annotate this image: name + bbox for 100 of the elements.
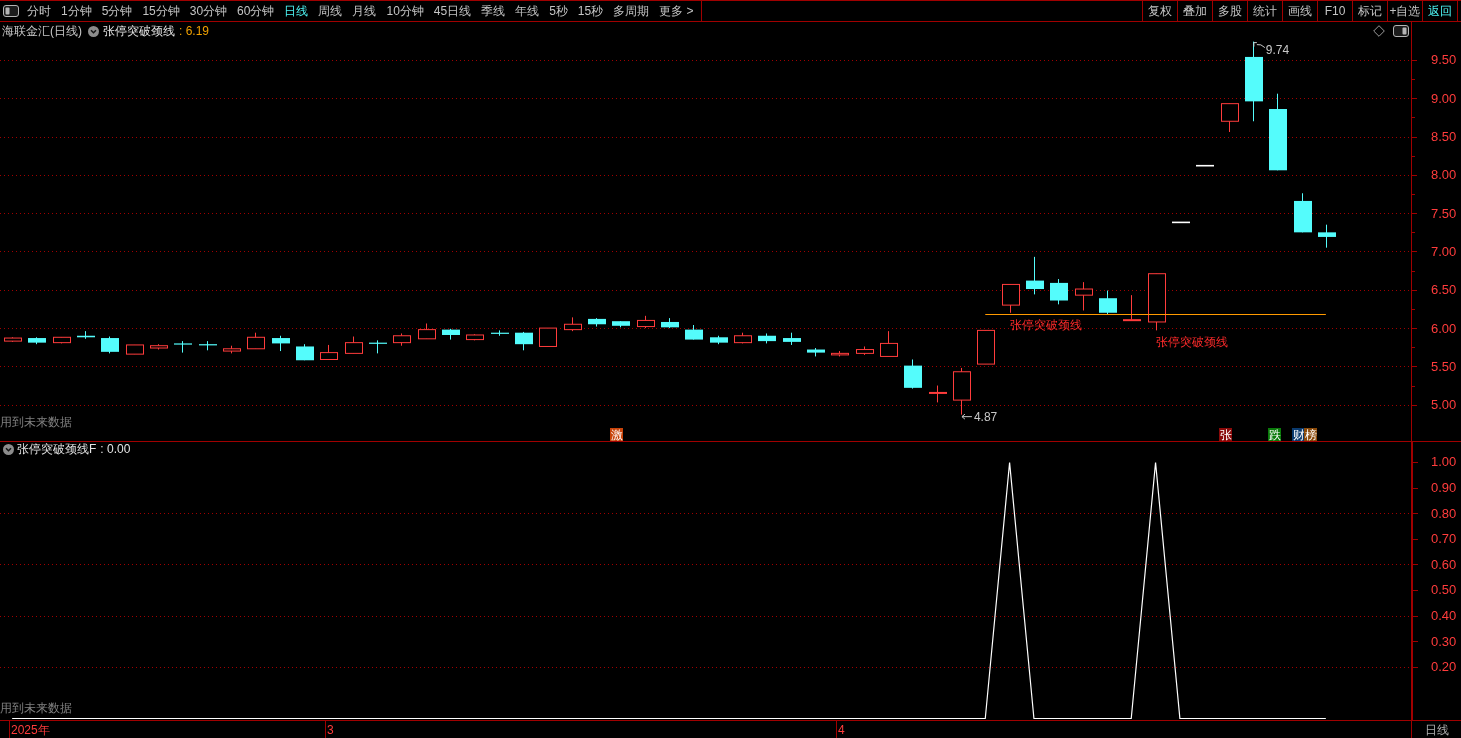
candlestick [856,346,874,356]
candlestick [588,317,606,328]
future-data-notice: 用到未来数据 [0,415,72,429]
candlestick [734,332,752,344]
candlestick [345,336,363,354]
candlestick [53,336,71,344]
price-axis-label: 8.00 [1431,167,1457,183]
period-tab[interactable]: 15分钟 [137,1,185,21]
tool-button[interactable]: 标记 [1352,1,1387,21]
value-axis-label: 0.90 [1431,480,1457,496]
value-axis-label: 0.80 [1431,505,1457,521]
signal-label: 张停突破颈线 [1009,317,1082,332]
value-axis-label: 0.70 [1431,531,1457,547]
candlestick [758,332,776,344]
candlestick [904,359,922,390]
value-axis-label: 0.20 [1431,659,1457,675]
period-tab[interactable]: 日线 [279,1,314,21]
signal-label: 张停突破颈线 [1155,335,1228,350]
candlestick [369,339,387,354]
period-tab[interactable]: 周线 [313,1,348,21]
period-tab[interactable]: 15秒 [572,1,609,21]
candlestick [296,343,314,361]
period-tab[interactable]: 1分钟 [56,1,97,21]
indicator-name: 张停突破颈线F [17,442,97,456]
tool-button[interactable]: +自选 [1387,1,1422,21]
candlestick [1050,278,1068,305]
price-axis-label: 7.00 [1431,244,1457,259]
candlestick [1318,224,1336,249]
candlestick [272,335,290,352]
candlestick [880,330,898,357]
candlestick [1002,283,1020,314]
diamond-icon[interactable] [1373,25,1385,37]
low-price-label: 4.87 [973,410,998,425]
tool-button[interactable]: F10 [1317,1,1352,21]
signal-badge: 张 [1219,428,1232,441]
period-tab[interactable]: 月线 [347,1,382,21]
candlestick [1026,256,1044,295]
indicator-name: 张停突破颈线 [103,23,175,40]
candlestick [393,332,411,347]
signal-badge: 榜 [1304,428,1317,441]
future-data-notice: 用到未来数据 [0,701,72,715]
date-axis-label: 4 [838,723,845,737]
candlestick [539,327,557,347]
candlestick [1123,294,1141,322]
candlestick [199,340,217,351]
date-axis-label: 2025年 [11,723,50,737]
candlestick [564,316,582,332]
candlestick [320,344,338,360]
candlestick [1148,273,1166,331]
candlestick [126,344,144,355]
tool-button[interactable]: 叠加 [1177,1,1212,21]
date-axis-label: 3 [327,723,334,737]
period-tab[interactable]: 60分钟 [232,1,280,21]
candlestick [637,315,655,329]
indicator-value: : 6.19 [179,23,210,40]
period-tab[interactable]: 10分钟 [381,1,429,21]
candlestick [150,343,168,351]
period-tab[interactable]: 季线 [476,1,511,21]
price-axis-label: 9.50 [1431,52,1457,68]
period-tab[interactable]: 5秒 [544,1,573,21]
tool-button[interactable]: 画线 [1282,1,1317,21]
tool-button[interactable]: 统计 [1247,1,1282,21]
candlestick [1075,281,1093,311]
value-axis-label: 0.40 [1431,608,1457,624]
signal-badge: 激 [610,428,623,441]
tool-button[interactable]: 复权 [1142,1,1177,21]
period-tab[interactable]: 45日线 [428,1,477,21]
price-axis-label: 6.00 [1431,320,1457,336]
security-title: 海联金汇(日线) [2,23,82,40]
candlestick [929,385,947,403]
period-tab[interactable]: 30分钟 [184,1,233,21]
period-tab[interactable]: 多周期 [608,1,655,21]
candlestick [418,323,436,340]
chevron-down-circle-icon[interactable] [3,443,14,455]
period-tab[interactable]: 5分钟 [96,1,138,21]
candlestick [466,333,484,341]
period-tab[interactable]: 分时 [22,1,56,21]
candlestick [710,335,728,345]
candlestick [247,332,265,350]
candlestick [28,336,46,345]
candlestick [1195,164,1215,167]
candlestick [1099,290,1117,315]
indicator-value: : 0.00 [100,442,131,456]
candlestick [174,340,192,354]
candlestick [612,320,630,328]
leader-arrow [961,413,973,420]
candlestick [491,329,509,337]
leader-arrow [1253,42,1266,49]
candlestick [101,336,119,354]
price-axis-label: 9.00 [1431,90,1457,106]
period-label: 日线 [1424,721,1449,738]
chevron-down-circle-icon[interactable] [88,25,99,37]
candlestick [1221,103,1239,133]
panel-toggle-icon[interactable] [3,5,19,17]
value-axis-label: 0.50 [1431,582,1457,598]
value-axis-label: 1.00 [1431,454,1457,470]
panel-toggle-icon[interactable] [1393,25,1409,37]
tool-button[interactable]: 多股 [1212,1,1247,21]
period-tab[interactable]: 年线 [510,1,545,21]
period-tab[interactable]: 更多 > [654,1,699,21]
